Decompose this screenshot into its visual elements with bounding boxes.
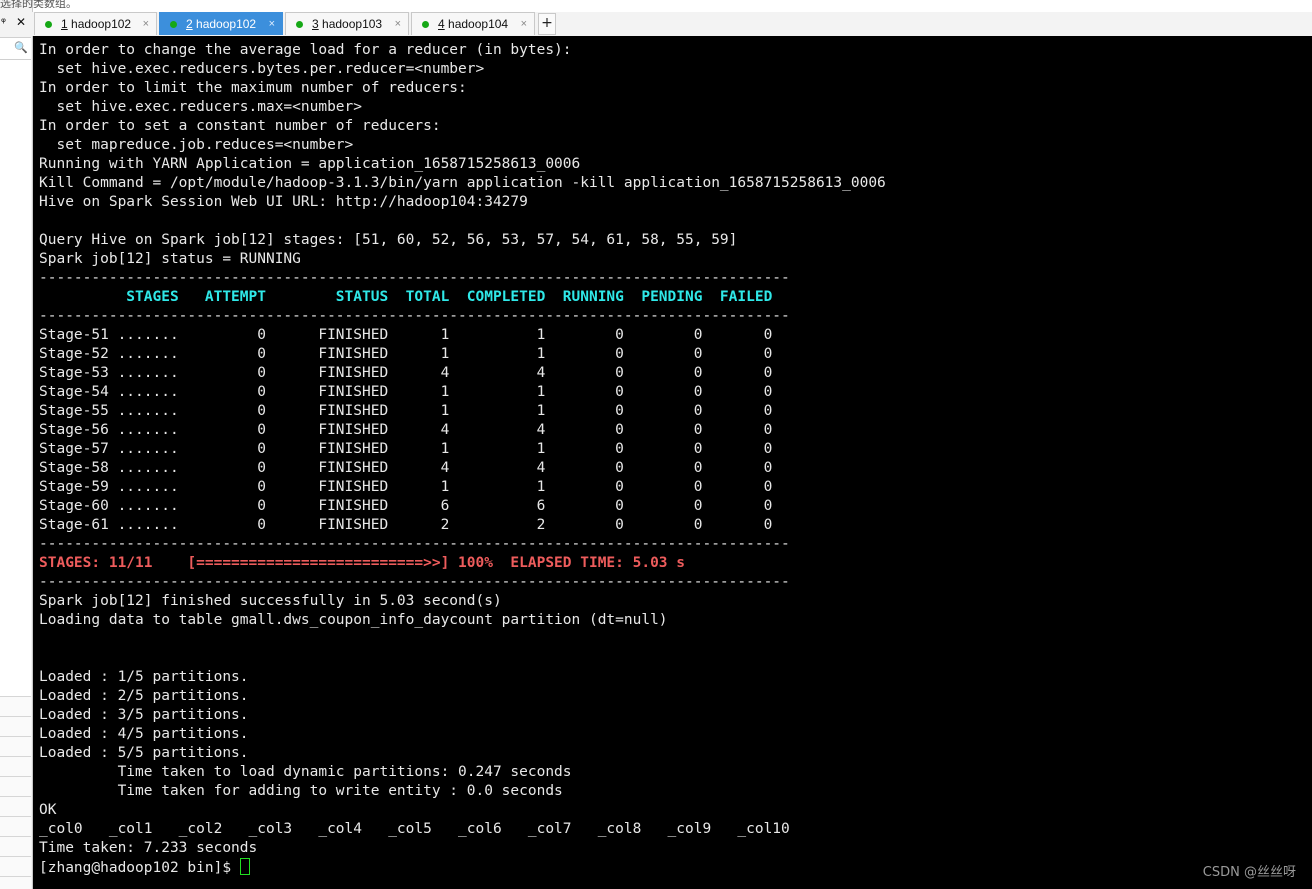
terminal-line: Stage-60 ....... 0 FINISHED 6 6 0 0 0	[39, 498, 773, 514]
list-item[interactable]	[0, 816, 31, 836]
tab-hadoop103[interactable]: 3 hadoop103 ×	[285, 12, 409, 35]
connected-status-icon	[170, 21, 177, 28]
terminal-pane[interactable]: In order to change the average load for …	[33, 36, 1312, 889]
shell-prompt: [zhang@hadoop102 bin]$	[39, 858, 886, 877]
close-tab-icon[interactable]: ×	[269, 13, 275, 35]
list-item[interactable]	[0, 856, 31, 876]
terminal-line: Loaded : 5/5 partitions.	[39, 745, 249, 761]
terminal-line: Stage-56 ....... 0 FINISHED 4 4 0 0 0	[39, 422, 773, 438]
list-item[interactable]	[0, 696, 31, 716]
list-item[interactable]	[0, 716, 31, 736]
cursor	[239, 858, 250, 875]
terminal-line: In order to limit the maximum number of …	[39, 80, 467, 96]
sidebar-search-input[interactable]: 🔍	[0, 37, 31, 60]
session-sidebar: 选择的类数组。 ᵠ ✕ 🔍	[0, 0, 77, 889]
terminal-line: Stage-51 ....... 0 FINISHED 1 1 0 0 0	[39, 327, 773, 343]
terminal-line: ----------------------------------------…	[39, 270, 790, 286]
terminal-line: Hive on Spark Session Web UI URL: http:/…	[39, 194, 528, 210]
stage-table-header: STAGES ATTEMPT STATUS TOTAL COMPLETED RU…	[39, 289, 773, 305]
app-window: 选择的类数组。 ᵠ ✕ 🔍 1 hadoop102 × 2 hadoop102 …	[0, 0, 1312, 889]
terminal-output: In order to change the average load for …	[39, 41, 886, 877]
terminal-line: Stage-57 ....... 0 FINISHED 1 1 0 0 0	[39, 441, 773, 457]
terminal-line: Loaded : 3/5 partitions.	[39, 707, 249, 723]
terminal-line: In order to set a constant number of red…	[39, 118, 441, 134]
terminal-line: Spark job[12] finished successfully in 5…	[39, 593, 502, 609]
list-item[interactable]	[0, 876, 31, 889]
tab-hadoop104[interactable]: 4 hadoop104 ×	[411, 12, 535, 35]
terminal-line: Kill Command = /opt/module/hadoop-3.1.3/…	[39, 175, 886, 191]
terminal-line: ----------------------------------------…	[39, 308, 790, 324]
watermark: CSDN @丝丝呀	[1202, 865, 1296, 880]
terminal-line: Time taken for adding to write entity : …	[39, 783, 563, 799]
connected-status-icon	[45, 21, 52, 28]
close-tab-icon[interactable]: ×	[143, 13, 149, 35]
terminal-line: ----------------------------------------…	[39, 574, 790, 590]
list-item[interactable]	[0, 796, 31, 816]
new-tab-button[interactable]: +	[538, 13, 556, 35]
pin-icon[interactable]: ᵠ	[1, 15, 6, 29]
close-tab-icon[interactable]: ×	[521, 13, 527, 35]
terminal-line: Stage-58 ....... 0 FINISHED 4 4 0 0 0	[39, 460, 773, 476]
terminal-line: OK	[39, 802, 57, 818]
terminal-line: Stage-55 ....... 0 FINISHED 1 1 0 0 0	[39, 403, 773, 419]
terminal-line: Running with YARN Application = applicat…	[39, 156, 581, 172]
session-tab-bar: 1 hadoop102 × 2 hadoop102 × 3 hadoop103 …	[32, 12, 1312, 36]
terminal-line: Time taken: 7.233 seconds	[39, 840, 258, 856]
terminal-line: Loading data to table gmall.dws_coupon_i…	[39, 612, 668, 628]
terminal-line: set mapreduce.job.reduces=<number>	[39, 137, 354, 153]
search-icon[interactable]: 🔍	[14, 41, 28, 54]
progress-summary-line: STAGES: 11/11 [=========================…	[39, 555, 686, 571]
terminal-line: Loaded : 1/5 partitions.	[39, 669, 249, 685]
tab-label: 4 hadoop104	[438, 17, 509, 31]
list-item[interactable]	[0, 736, 31, 756]
terminal-line: Query Hive on Spark job[12] stages: [51,…	[39, 232, 738, 248]
terminal-line: Loaded : 4/5 partitions.	[39, 726, 249, 742]
tab-hadoop102-1[interactable]: 1 hadoop102 ×	[34, 12, 157, 35]
terminal-line: Time taken to load dynamic partitions: 0…	[39, 764, 572, 780]
connected-status-icon	[422, 21, 429, 28]
terminal-line: Stage-52 ....... 0 FINISHED 1 1 0 0 0	[39, 346, 773, 362]
terminal-line: Stage-61 ....... 0 FINISHED 2 2 0 0 0	[39, 517, 773, 533]
terminal-line: Stage-54 ....... 0 FINISHED 1 1 0 0 0	[39, 384, 773, 400]
terminal-line: Stage-53 ....... 0 FINISHED 4 4 0 0 0	[39, 365, 773, 381]
terminal-line: ----------------------------------------…	[39, 536, 790, 552]
list-item[interactable]	[0, 756, 31, 776]
close-icon[interactable]: ✕	[16, 15, 26, 29]
tab-label: 3 hadoop103	[312, 17, 383, 31]
terminal-line: _col0 _col1 _col2 _col3 _col4 _col5 _col…	[39, 821, 790, 837]
session-list	[0, 60, 31, 696]
list-item[interactable]	[0, 836, 31, 856]
tab-label: 1 hadoop102	[61, 17, 132, 31]
terminal-line: Spark job[12] status = RUNNING	[39, 251, 301, 267]
terminal-line: In order to change the average load for …	[39, 42, 572, 58]
terminal-line: set hive.exec.reducers.bytes.per.reducer…	[39, 61, 485, 77]
tab-hadoop102-2[interactable]: 2 hadoop102 ×	[159, 12, 283, 35]
list-item[interactable]	[0, 776, 31, 796]
terminal-line: set hive.exec.reducers.max=<number>	[39, 99, 363, 115]
sidebar-top-text: 选择的类数组。	[0, 0, 77, 8]
terminal-line: Loaded : 2/5 partitions.	[39, 688, 249, 704]
tab-label: 2 hadoop102	[186, 17, 257, 31]
connected-status-icon	[296, 21, 303, 28]
property-list	[0, 696, 31, 889]
terminal-line: Stage-59 ....... 0 FINISHED 1 1 0 0 0	[39, 479, 773, 495]
close-tab-icon[interactable]: ×	[395, 13, 401, 35]
